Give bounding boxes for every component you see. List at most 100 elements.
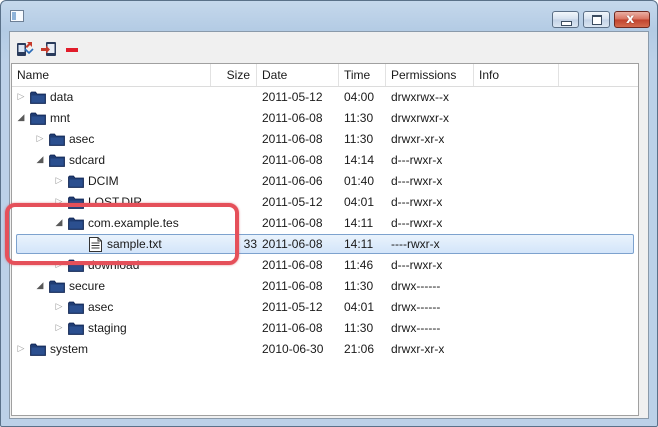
file-date: 2011-05-12: [262, 195, 323, 209]
toolbar: [10, 32, 648, 64]
table-row[interactable]: ▷ download 2011-06-08 11:46 d---rwxr-x: [12, 255, 638, 276]
folder-icon: [68, 196, 84, 209]
file-date: 2011-06-08: [262, 279, 323, 293]
file-name: asec: [88, 300, 114, 314]
folder-icon: [68, 175, 84, 188]
file-time: 21:06: [344, 342, 375, 356]
file-time: 11:30: [344, 321, 374, 335]
folder-icon: [68, 322, 84, 335]
file-permissions: d---rwxr-x: [391, 195, 443, 209]
file-size: [211, 339, 257, 360]
file-time: 11:46: [344, 258, 374, 272]
expand-arrow-collapsed-icon[interactable]: ▷: [54, 255, 64, 276]
table-row[interactable]: ▷ LOST.DIR 2011-05-12 04:01 d---rwxr-x: [12, 192, 638, 213]
file-date: 2011-06-08: [262, 216, 323, 230]
file-permissions: d---rwxr-x: [391, 216, 443, 230]
table-row[interactable]: ▷ staging 2011-06-08 11:30 drwx------: [12, 318, 638, 339]
pull-from-device-icon: [17, 42, 34, 56]
maximize-button[interactable]: [583, 11, 610, 28]
table-row[interactable]: ◢ sdcard 2011-06-08 14:14 d---rwxr-x: [12, 150, 638, 171]
expand-arrow-collapsed-icon[interactable]: ▷: [54, 297, 64, 318]
file-permissions: drwxr-xr-x: [391, 132, 445, 146]
expand-arrow-expanded-icon[interactable]: ◢: [35, 150, 45, 171]
minimize-icon: [561, 21, 572, 26]
text-file-icon: [89, 237, 102, 252]
file-date: 2010-06-30: [262, 342, 324, 356]
file-permissions: d---rwxr-x: [391, 258, 443, 272]
column-header-size[interactable]: Size: [211, 64, 257, 86]
folder-icon: [68, 217, 84, 230]
column-header-info[interactable]: Info: [474, 64, 559, 86]
file-name: LOST.DIR: [88, 195, 143, 209]
column-header-time[interactable]: Time: [339, 64, 386, 86]
folder-icon: [49, 154, 65, 167]
file-tree-table: Name Size Date Time Permissions Info ▷ da…: [11, 63, 639, 416]
file-permissions: drwxrwx--x: [391, 90, 449, 104]
file-date: 2011-06-08: [262, 237, 323, 251]
file-time: 04:01: [344, 300, 375, 314]
close-button[interactable]: x: [614, 11, 650, 28]
title-bar[interactable]: x: [1, 1, 657, 31]
file-date: 2011-05-12: [262, 90, 323, 104]
file-time: 04:00: [344, 90, 375, 104]
file-permissions: drwx------: [391, 279, 441, 293]
file-name: asec: [69, 132, 95, 146]
file-permissions: drwxr-xr-x: [391, 342, 445, 356]
file-name: staging: [88, 321, 127, 335]
table-row[interactable]: ▷ data 2011-05-12 04:00 drwxrwx--x: [12, 87, 638, 108]
file-size: [211, 213, 257, 234]
file-size: [211, 108, 257, 129]
file-date: 2011-06-08: [262, 153, 323, 167]
file-time: 14:14: [344, 153, 375, 167]
push-to-device-icon: [41, 42, 56, 56]
expand-arrow-collapsed-icon[interactable]: ▷: [54, 318, 64, 339]
maximize-icon: [592, 15, 602, 25]
file-explorer-window: x Name Size Date Time Permissions Info ▷…: [0, 0, 658, 427]
delete-button[interactable]: [64, 40, 82, 58]
expand-arrow-expanded-icon[interactable]: ◢: [54, 213, 64, 234]
column-header-permissions[interactable]: Permissions: [386, 64, 474, 86]
table-row[interactable]: ▷ DCIM 2011-06-06 01:40 d---rwxr-x: [12, 171, 638, 192]
table-row[interactable]: ◢ com.example.tes 2011-06-08 14:11 d---rwxr-…: [12, 213, 638, 234]
file-time: 14:11: [344, 216, 374, 230]
table-row[interactable]: ▷ asec 2011-05-12 04:01 drwx------: [12, 297, 638, 318]
file-permissions: d---rwxr-x: [391, 174, 443, 188]
folder-icon: [68, 301, 84, 314]
file-size: [211, 171, 257, 192]
pull-file-button[interactable]: [16, 40, 34, 58]
minimize-button[interactable]: [552, 11, 579, 28]
table-row[interactable]: ◢ secure 2011-06-08 11:30 drwx------: [12, 276, 638, 297]
expand-arrow-collapsed-icon[interactable]: ▷: [16, 339, 26, 360]
folder-icon: [49, 280, 65, 293]
column-header-date[interactable]: Date: [257, 64, 339, 86]
app-icon: [10, 10, 24, 22]
table-header: Name Size Date Time Permissions Info: [12, 64, 638, 87]
table-row[interactable]: ▷ asec 2011-06-08 11:30 drwxr-xr-x: [12, 129, 638, 150]
file-name: sdcard: [69, 153, 106, 167]
folder-icon: [30, 91, 46, 104]
table-row[interactable]: sample.txt 33 2011-06-08 14:11 ----rwxr-x: [12, 234, 638, 255]
expand-arrow-collapsed-icon[interactable]: ▷: [54, 192, 64, 213]
expand-arrow-expanded-icon[interactable]: ◢: [35, 276, 45, 297]
file-date: 2011-06-06: [262, 174, 323, 188]
file-time: 11:30: [344, 111, 374, 125]
expand-arrow-collapsed-icon[interactable]: ▷: [35, 129, 45, 150]
table-row[interactable]: ▷ system 2010-06-30 21:06 drwxr-xr-x: [12, 339, 638, 360]
expand-arrow-collapsed-icon[interactable]: ▷: [54, 171, 64, 192]
file-name: DCIM: [88, 174, 119, 188]
file-size: [211, 276, 257, 297]
expand-arrow-expanded-icon[interactable]: ◢: [16, 108, 26, 129]
file-time: 11:30: [344, 132, 374, 146]
expand-arrow-collapsed-icon[interactable]: ▷: [16, 87, 26, 108]
file-date: 2011-06-08: [262, 111, 323, 125]
column-header-name[interactable]: Name: [12, 64, 211, 86]
folder-icon: [30, 343, 46, 356]
file-size: 33: [243, 237, 257, 251]
close-icon: x: [626, 12, 635, 27]
file-name: secure: [69, 279, 106, 293]
file-name: download: [88, 258, 140, 272]
push-file-button[interactable]: [40, 40, 58, 58]
table-row[interactable]: ◢ mnt 2011-06-08 11:30 drwxrwxr-x: [12, 108, 638, 129]
folder-icon: [68, 259, 84, 272]
folder-icon: [30, 112, 46, 125]
